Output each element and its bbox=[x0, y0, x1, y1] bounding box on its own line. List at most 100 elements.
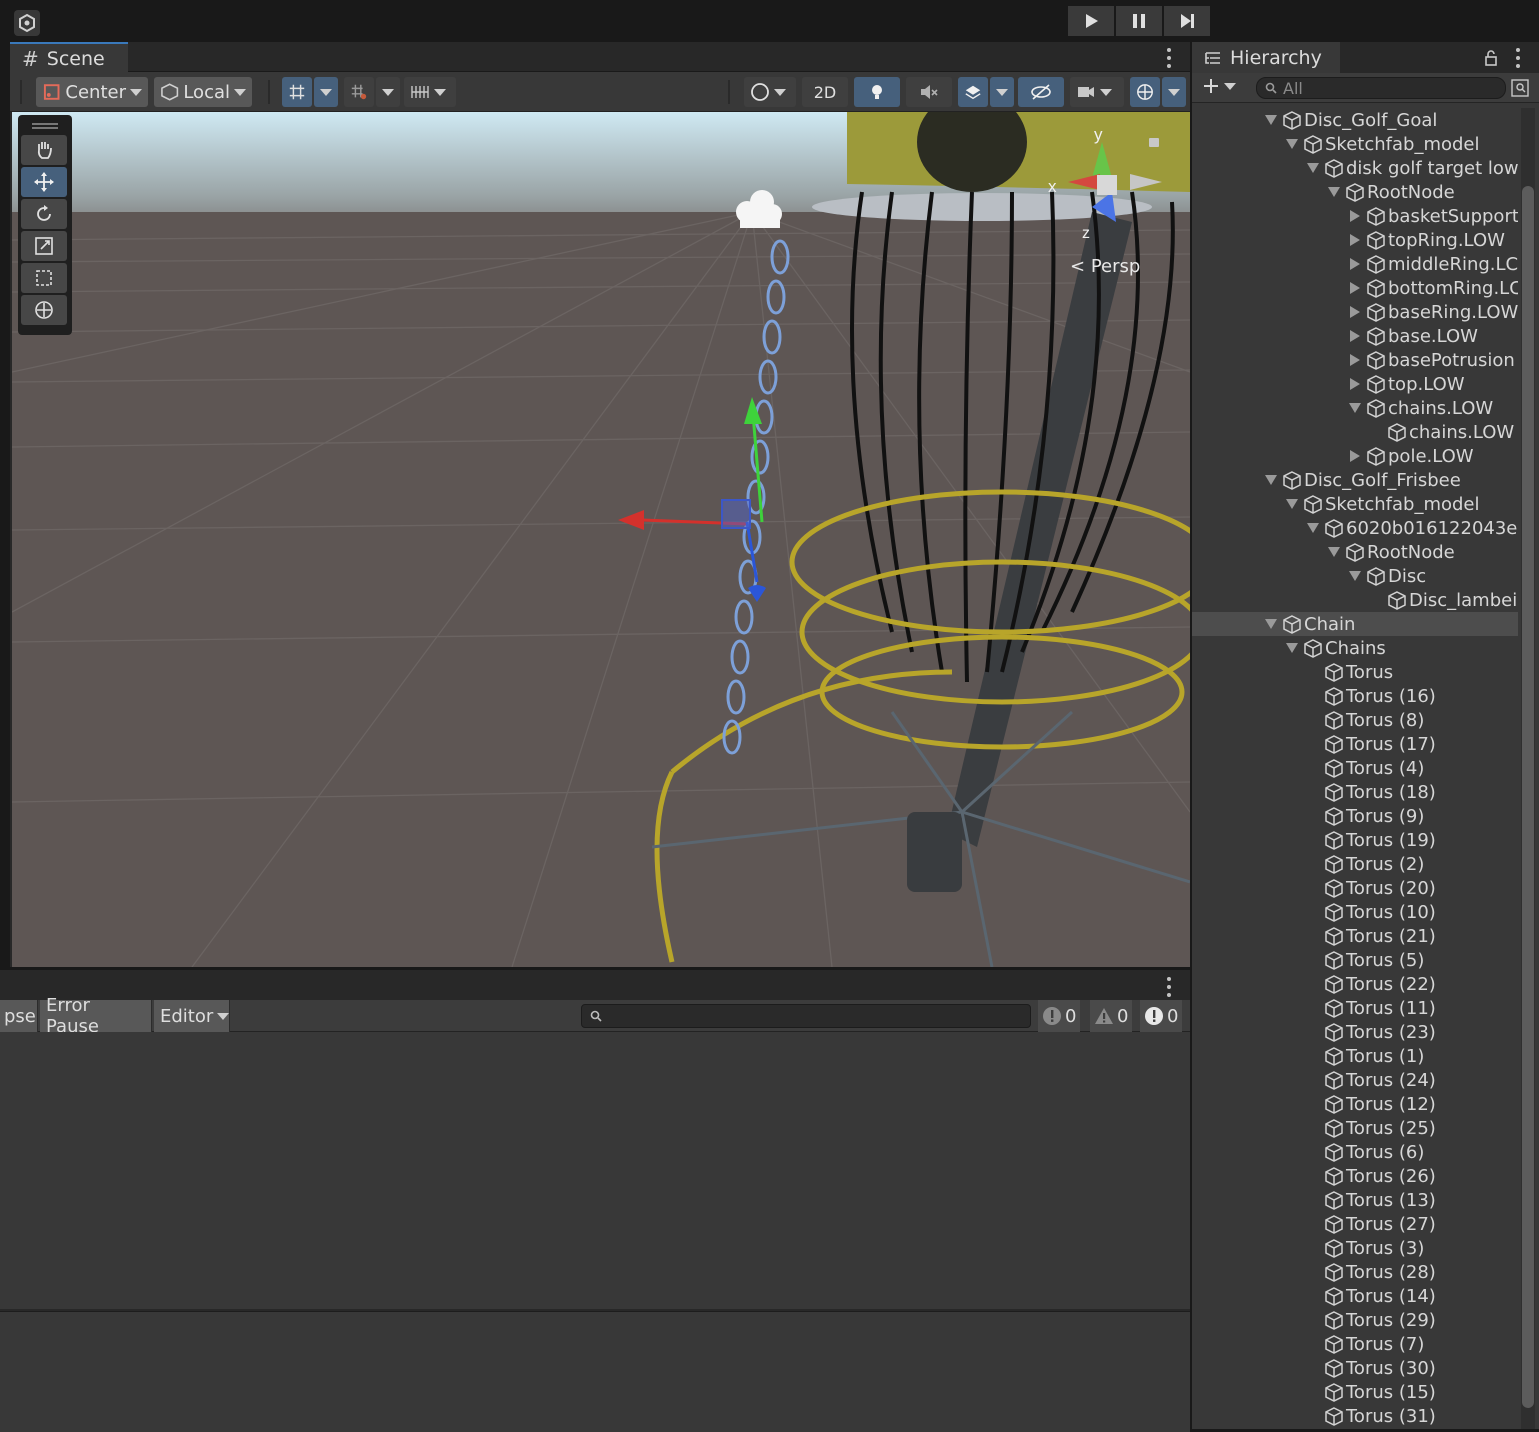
step-button[interactable] bbox=[1164, 6, 1210, 36]
effects-toggle[interactable] bbox=[958, 77, 988, 107]
hierarchy-item[interactable]: Torus (28) bbox=[1192, 1260, 1518, 1284]
rotate-tool-button[interactable] bbox=[21, 199, 67, 229]
pivot-center-dropdown[interactable]: Center bbox=[36, 77, 148, 107]
expand-arrow-right-icon[interactable] bbox=[1348, 377, 1362, 391]
hierarchy-item[interactable]: Torus (26) bbox=[1192, 1164, 1518, 1188]
hierarchy-item[interactable]: disk golf target low bbox=[1192, 156, 1518, 180]
hierarchy-item[interactable]: Torus (18) bbox=[1192, 780, 1518, 804]
hierarchy-item[interactable]: top.LOW bbox=[1192, 372, 1518, 396]
hierarchy-item[interactable]: basePotrusion bbox=[1192, 348, 1518, 372]
expand-arrow-down-icon[interactable] bbox=[1306, 161, 1320, 175]
grid-snap-dropdown[interactable] bbox=[314, 77, 338, 107]
scale-tool-button[interactable] bbox=[21, 231, 67, 261]
hierarchy-item[interactable]: chains.LOW bbox=[1192, 396, 1518, 420]
hierarchy-item[interactable]: RootNode bbox=[1192, 540, 1518, 564]
hierarchy-item[interactable]: Torus (16) bbox=[1192, 684, 1518, 708]
log-count-toggle[interactable]: 0 bbox=[1038, 1000, 1081, 1032]
hierarchy-menu-icon[interactable] bbox=[1515, 48, 1521, 68]
expand-arrow-right-icon[interactable] bbox=[1348, 257, 1362, 271]
pause-button[interactable] bbox=[1116, 6, 1162, 36]
hierarchy-item[interactable]: 6020b016122043e bbox=[1192, 516, 1518, 540]
hierarchy-item[interactable]: Torus (11) bbox=[1192, 996, 1518, 1020]
expand-arrow-right-icon[interactable] bbox=[1348, 233, 1362, 247]
warning-count-toggle[interactable]: 0 bbox=[1090, 1000, 1133, 1032]
rect-tool-button[interactable] bbox=[21, 263, 67, 293]
hierarchy-item[interactable]: Torus (9) bbox=[1192, 804, 1518, 828]
hierarchy-item[interactable]: chains.LOW bbox=[1192, 420, 1518, 444]
scene-visibility-toggle[interactable] bbox=[1018, 77, 1064, 107]
hierarchy-item[interactable]: Torus (24) bbox=[1192, 1068, 1518, 1092]
tab-hierarchy[interactable]: Hierarchy bbox=[1192, 42, 1340, 73]
hierarchy-item[interactable]: Torus (27) bbox=[1192, 1212, 1518, 1236]
add-object-dropdown[interactable] bbox=[1202, 77, 1236, 95]
hierarchy-item[interactable]: Torus (5) bbox=[1192, 948, 1518, 972]
hierarchy-item[interactable]: pole.LOW bbox=[1192, 444, 1518, 468]
expand-arrow-down-icon[interactable] bbox=[1327, 185, 1341, 199]
scrollbar-thumb[interactable] bbox=[1522, 186, 1534, 1408]
collapse-button[interactable]: pse bbox=[0, 1000, 38, 1032]
hierarchy-item[interactable]: Chains bbox=[1192, 636, 1518, 660]
mode-2d-toggle[interactable]: 2D bbox=[802, 77, 848, 107]
hierarchy-item[interactable]: Torus (20) bbox=[1192, 876, 1518, 900]
hierarchy-item[interactable]: Disc bbox=[1192, 564, 1518, 588]
hierarchy-item[interactable]: Torus (1) bbox=[1192, 1044, 1518, 1068]
expand-arrow-down-icon[interactable] bbox=[1327, 545, 1341, 559]
hierarchy-item[interactable]: Torus (6) bbox=[1192, 1140, 1518, 1164]
expand-arrow-down-icon[interactable] bbox=[1264, 473, 1278, 487]
scene-search-icon[interactable] bbox=[1510, 78, 1530, 98]
expand-arrow-right-icon[interactable] bbox=[1348, 353, 1362, 367]
hierarchy-item[interactable]: Torus (12) bbox=[1192, 1092, 1518, 1116]
expand-arrow-right-icon[interactable] bbox=[1348, 305, 1362, 319]
expand-arrow-down-icon[interactable] bbox=[1264, 617, 1278, 631]
hierarchy-item[interactable]: Torus (29) bbox=[1192, 1308, 1518, 1332]
expand-arrow-down-icon[interactable] bbox=[1285, 137, 1299, 151]
hierarchy-item[interactable]: bottomRing.LC bbox=[1192, 276, 1518, 300]
hierarchy-item[interactable]: Torus (23) bbox=[1192, 1020, 1518, 1044]
shading-mode-dropdown[interactable] bbox=[744, 77, 796, 107]
hierarchy-item[interactable]: Torus (3) bbox=[1192, 1236, 1518, 1260]
expand-arrow-down-icon[interactable] bbox=[1348, 401, 1362, 415]
hierarchy-item[interactable]: Torus (15) bbox=[1192, 1380, 1518, 1404]
space-local-dropdown[interactable]: Local bbox=[154, 77, 252, 107]
increment-snap-toggle[interactable] bbox=[344, 77, 374, 107]
hierarchy-item[interactable]: Torus (14) bbox=[1192, 1284, 1518, 1308]
overlay-drag-handle[interactable] bbox=[32, 123, 58, 129]
grid-snap-toggle[interactable] bbox=[282, 77, 312, 107]
tab-scene[interactable]: # Scene bbox=[10, 42, 128, 73]
expand-arrow-down-icon[interactable] bbox=[1285, 641, 1299, 655]
hierarchy-item[interactable]: Torus (22) bbox=[1192, 972, 1518, 996]
gizmos-dropdown[interactable] bbox=[1162, 77, 1186, 107]
hand-tool-button[interactable] bbox=[21, 135, 67, 165]
scene-menu-icon[interactable] bbox=[1166, 48, 1172, 68]
console-menu-icon[interactable] bbox=[1166, 977, 1172, 997]
hierarchy-item[interactable]: Torus (31) bbox=[1192, 1404, 1518, 1428]
move-tool-button[interactable] bbox=[21, 167, 67, 197]
hierarchy-item[interactable]: Torus (7) bbox=[1192, 1332, 1518, 1356]
expand-arrow-right-icon[interactable] bbox=[1348, 449, 1362, 463]
hierarchy-item[interactable]: Disc_lambei bbox=[1192, 588, 1518, 612]
hierarchy-scrollbar[interactable] bbox=[1521, 108, 1535, 1429]
lighting-toggle[interactable] bbox=[854, 77, 900, 107]
hierarchy-item[interactable]: Torus (19) bbox=[1192, 828, 1518, 852]
hierarchy-item[interactable]: Torus (30) bbox=[1192, 1356, 1518, 1380]
hierarchy-item[interactable]: basketSupport bbox=[1192, 204, 1518, 228]
console-search-input[interactable] bbox=[581, 1004, 1031, 1028]
expand-arrow-down-icon[interactable] bbox=[1306, 521, 1320, 535]
increment-snap-dropdown[interactable] bbox=[376, 77, 400, 107]
hierarchy-item[interactable]: Torus bbox=[1192, 660, 1518, 684]
expand-arrow-down-icon[interactable] bbox=[1285, 497, 1299, 511]
camera-dropdown[interactable] bbox=[1070, 77, 1124, 107]
hierarchy-item[interactable]: Chain bbox=[1192, 612, 1518, 636]
effects-dropdown[interactable] bbox=[990, 77, 1014, 107]
hierarchy-item[interactable]: base.LOW bbox=[1192, 324, 1518, 348]
expand-arrow-down-icon[interactable] bbox=[1348, 569, 1362, 583]
audio-toggle[interactable] bbox=[906, 77, 952, 107]
scene-viewport[interactable]: y x z bbox=[12, 112, 1190, 967]
hierarchy-item[interactable]: Sketchfab_model bbox=[1192, 492, 1518, 516]
expand-arrow-right-icon[interactable] bbox=[1348, 281, 1362, 295]
hierarchy-item[interactable]: Torus (8) bbox=[1192, 708, 1518, 732]
lock-icon[interactable] bbox=[1484, 50, 1498, 66]
error-count-toggle[interactable]: 0 bbox=[1140, 1000, 1183, 1032]
transform-tool-button[interactable] bbox=[21, 295, 67, 325]
console-detail-area[interactable] bbox=[0, 1311, 1190, 1432]
